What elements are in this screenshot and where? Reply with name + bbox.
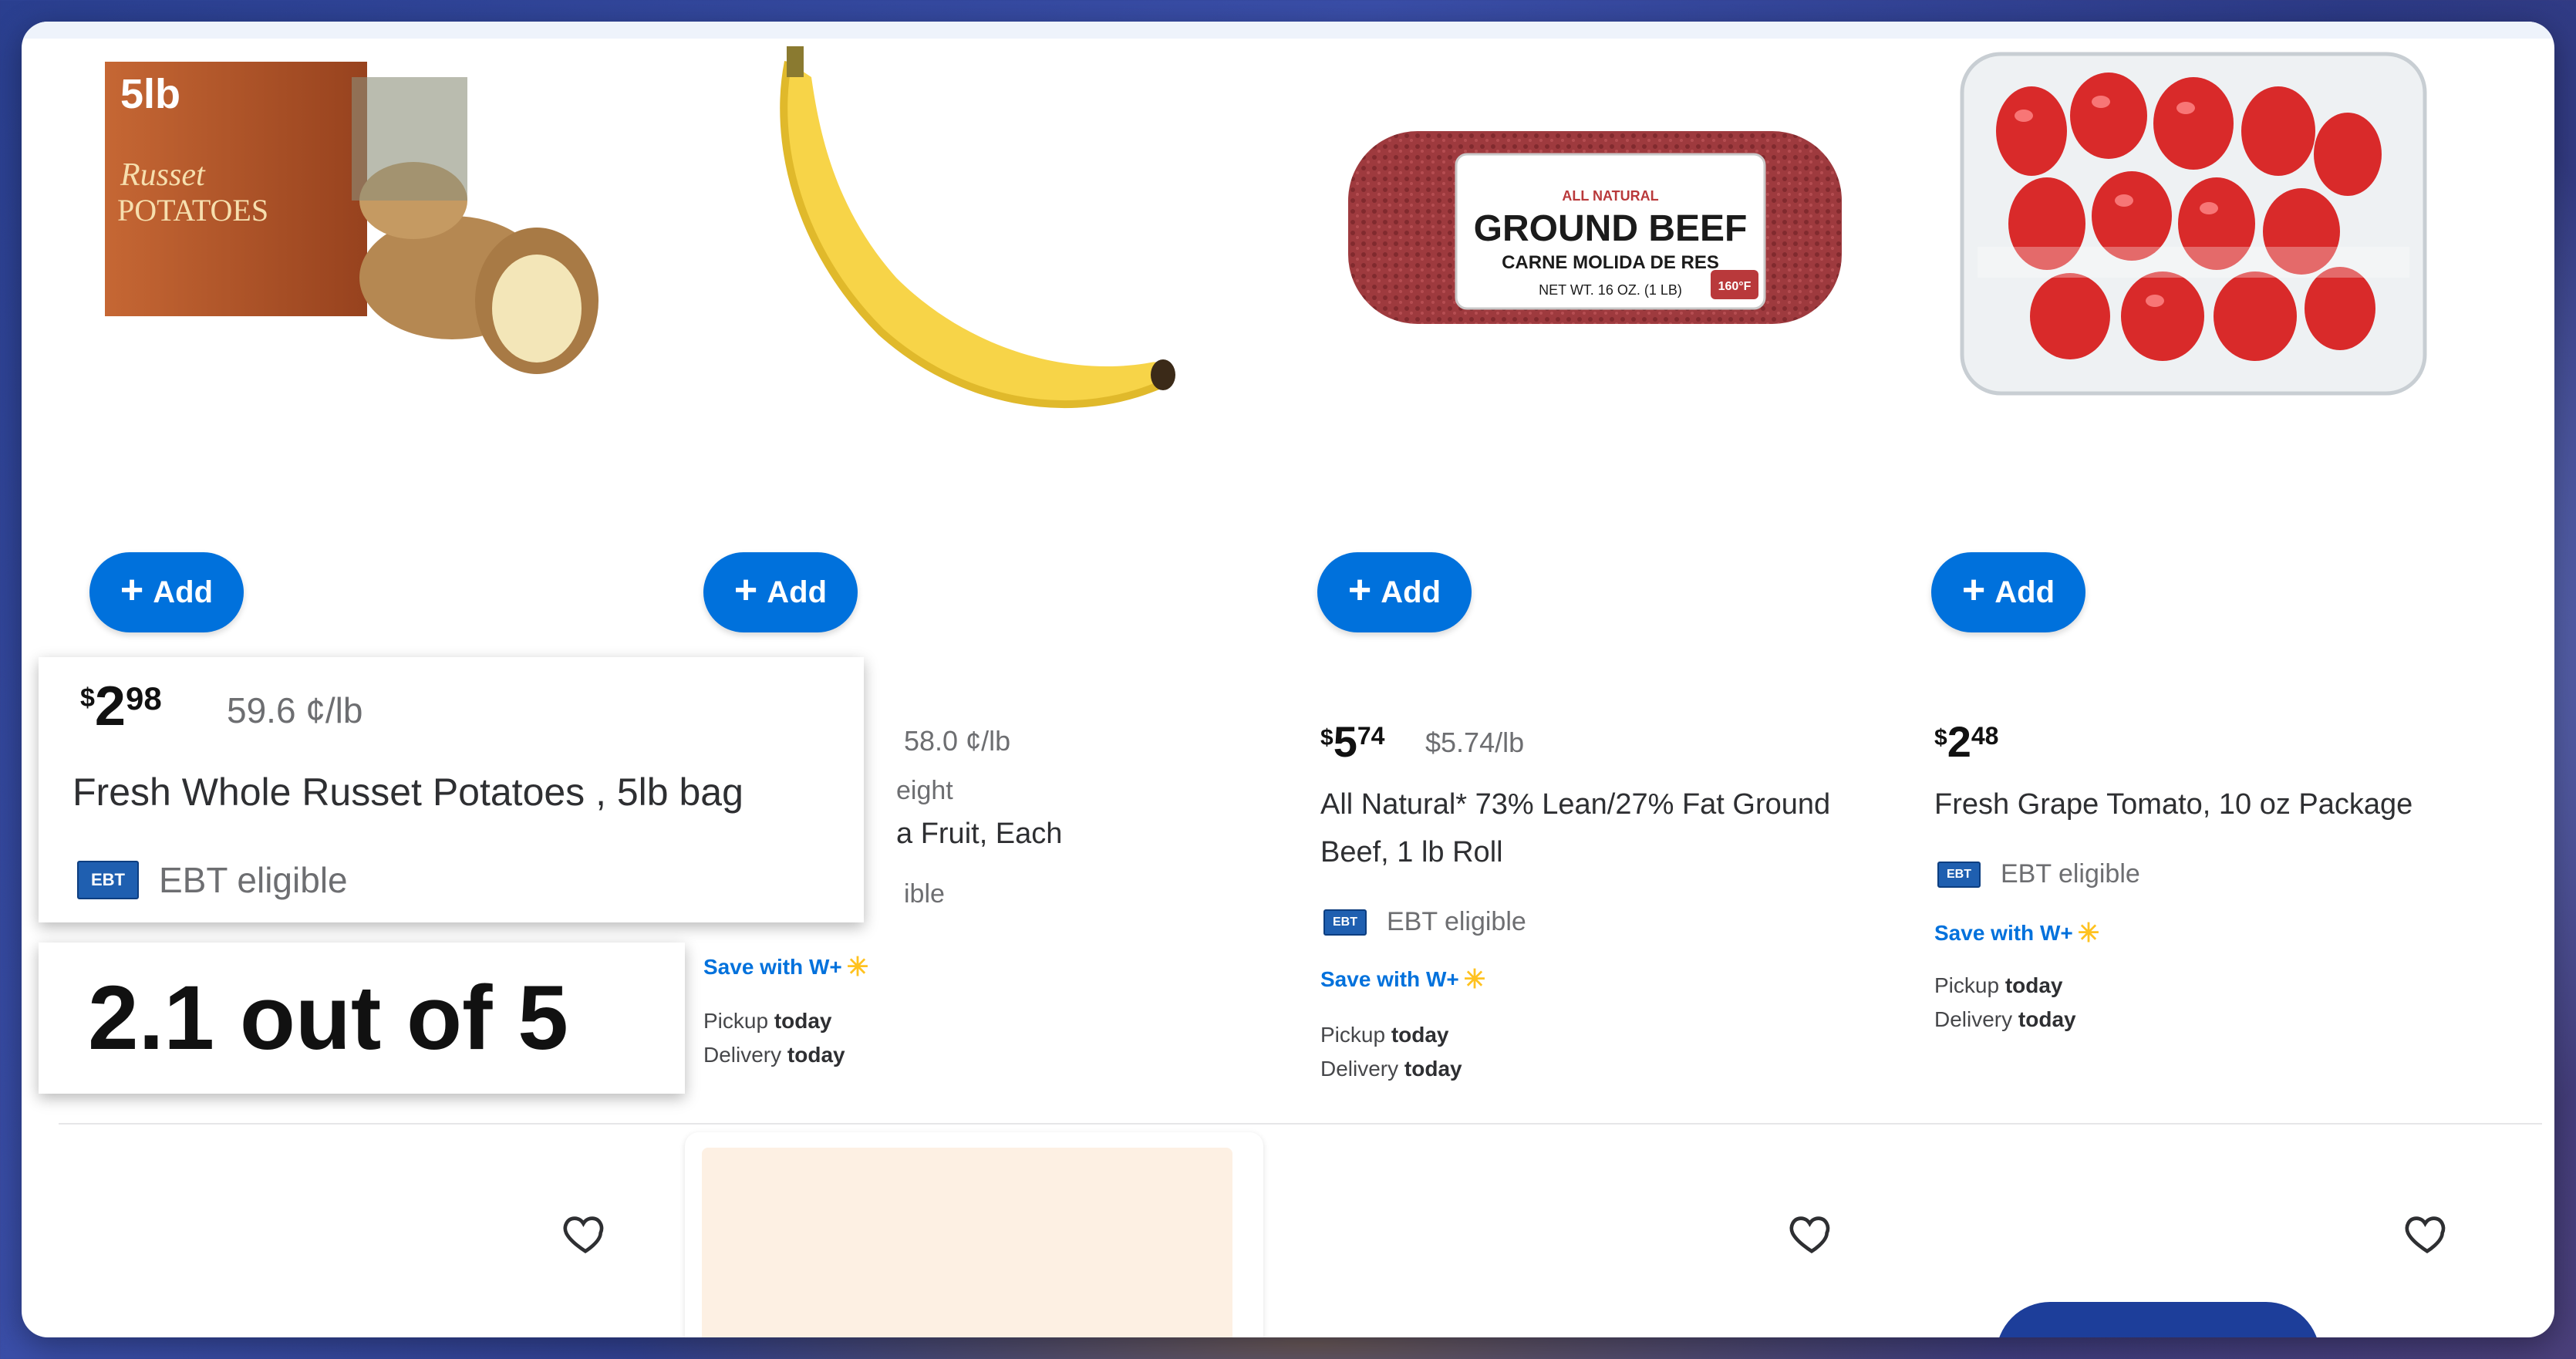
- potatoes-image[interactable]: 5lb Russet POTATOES: [89, 46, 614, 478]
- add-button[interactable]: + Add: [1317, 552, 1472, 632]
- heart-outline-icon[interactable]: [2403, 1209, 2451, 1257]
- plus-icon: +: [733, 568, 758, 612]
- package-title: GROUND BEEF: [1474, 208, 1748, 249]
- ebt-eligible: EBT EBT eligible: [1323, 907, 1526, 937]
- product-title[interactable]: a Fruit, Each: [896, 810, 1062, 858]
- fulfillment-info: Pickup today Delivery today: [1934, 973, 2076, 1031]
- product-price: $ 2 98: [80, 676, 162, 737]
- ebt-eligible: EBT EBT eligible: [1937, 859, 2140, 889]
- row-divider: [59, 1123, 2542, 1125]
- rating-text: 2.1 out of 5: [88, 967, 568, 1069]
- ebt-icon: EBT: [1937, 861, 1981, 888]
- add-button[interactable]: + Add: [89, 552, 244, 632]
- product-card-loading[interactable]: [685, 1132, 1263, 1337]
- grape-tomatoes-image[interactable]: [1931, 46, 2456, 478]
- save-with-walmart-plus[interactable]: Save with W+ ✳: [703, 952, 868, 983]
- unit-price: 58.0 ¢/lb: [904, 725, 1011, 757]
- add-button[interactable]: + Add: [703, 552, 858, 632]
- spark-icon: ✳: [2077, 919, 2100, 948]
- save-with-walmart-plus[interactable]: Save with W+ ✳: [1320, 964, 1485, 995]
- heart-outline-icon[interactable]: [1788, 1209, 1836, 1257]
- svg-text:POTATOES: POTATOES: [117, 193, 268, 228]
- product-card-banana: + Add 58.0 ¢/lb eight a Fruit, Each ible…: [673, 39, 1259, 1103]
- browser-window: 5lb Russet POTATOES + Add + Add 58.0 ¢/l…: [22, 22, 2554, 1337]
- unit-price: 59.6 ¢/lb: [227, 690, 363, 730]
- plus-icon: +: [1347, 568, 1372, 612]
- zoomed-product-info: $ 2 98 59.6 ¢/lb Fresh Whole Russet Pota…: [39, 657, 864, 922]
- add-button[interactable]: + Add: [1931, 552, 2085, 632]
- ebt-icon: EBT: [1323, 909, 1367, 936]
- package-temp: 160°F: [1718, 280, 1752, 293]
- ground-beef-image[interactable]: ALL NATURAL GROUND BEEF CARNE MOLIDA DE …: [1317, 46, 1842, 478]
- unit-price: $5.74/lb: [1425, 727, 1525, 758]
- ebt-eligible: EBT EBT eligible: [77, 859, 348, 901]
- package-subtitle: CARNE MOLIDA DE RES: [1502, 252, 1719, 273]
- plus-icon: +: [1961, 568, 1986, 612]
- product-card-ground-beef: ALL NATURAL GROUND BEEF CARNE MOLIDA DE …: [1286, 39, 1873, 1103]
- package-brand: ALL NATURAL: [1562, 188, 1658, 204]
- svg-text:Russet: Russet: [120, 157, 206, 193]
- spark-icon: ✳: [846, 953, 869, 982]
- product-price: $ 2 48: [1934, 717, 1999, 766]
- product-title[interactable]: All Natural* 73% Lean/27% Fat Ground Bee…: [1320, 781, 1830, 876]
- ebt-icon: EBT: [77, 861, 139, 899]
- heart-outline-icon[interactable]: [561, 1209, 609, 1257]
- product-card-grape-tomatoes: + Add $ 2 48 Fresh Grape Tomato, 10 oz P…: [1900, 39, 2487, 1103]
- ebt-label: ible: [904, 879, 945, 909]
- product-title[interactable]: Fresh Grape Tomato, 10 oz Package: [1934, 781, 2412, 828]
- banana-image[interactable]: [703, 46, 1228, 478]
- top-strip: [22, 22, 2554, 39]
- product-image-placeholder: [702, 1148, 1232, 1337]
- rating-callout: 2.1 out of 5: [39, 943, 685, 1094]
- product-image-partial: [1996, 1302, 2320, 1337]
- product-price: $ 5 74: [1320, 717, 1385, 766]
- plus-icon: +: [120, 568, 144, 612]
- weight-note: eight: [896, 776, 953, 805]
- product-title[interactable]: Fresh Whole Russet Potatoes , 5lb bag: [72, 765, 743, 819]
- package-weight: NET WT. 16 OZ. (1 LB): [1539, 282, 1682, 298]
- spark-icon: ✳: [1463, 965, 1486, 994]
- fulfillment-info: Pickup today Delivery today: [703, 1009, 845, 1067]
- save-with-walmart-plus[interactable]: Save with W+ ✳: [1934, 918, 2099, 949]
- bag-size-text: 5lb: [120, 71, 180, 117]
- fulfillment-info: Pickup today Delivery today: [1320, 1023, 1462, 1081]
